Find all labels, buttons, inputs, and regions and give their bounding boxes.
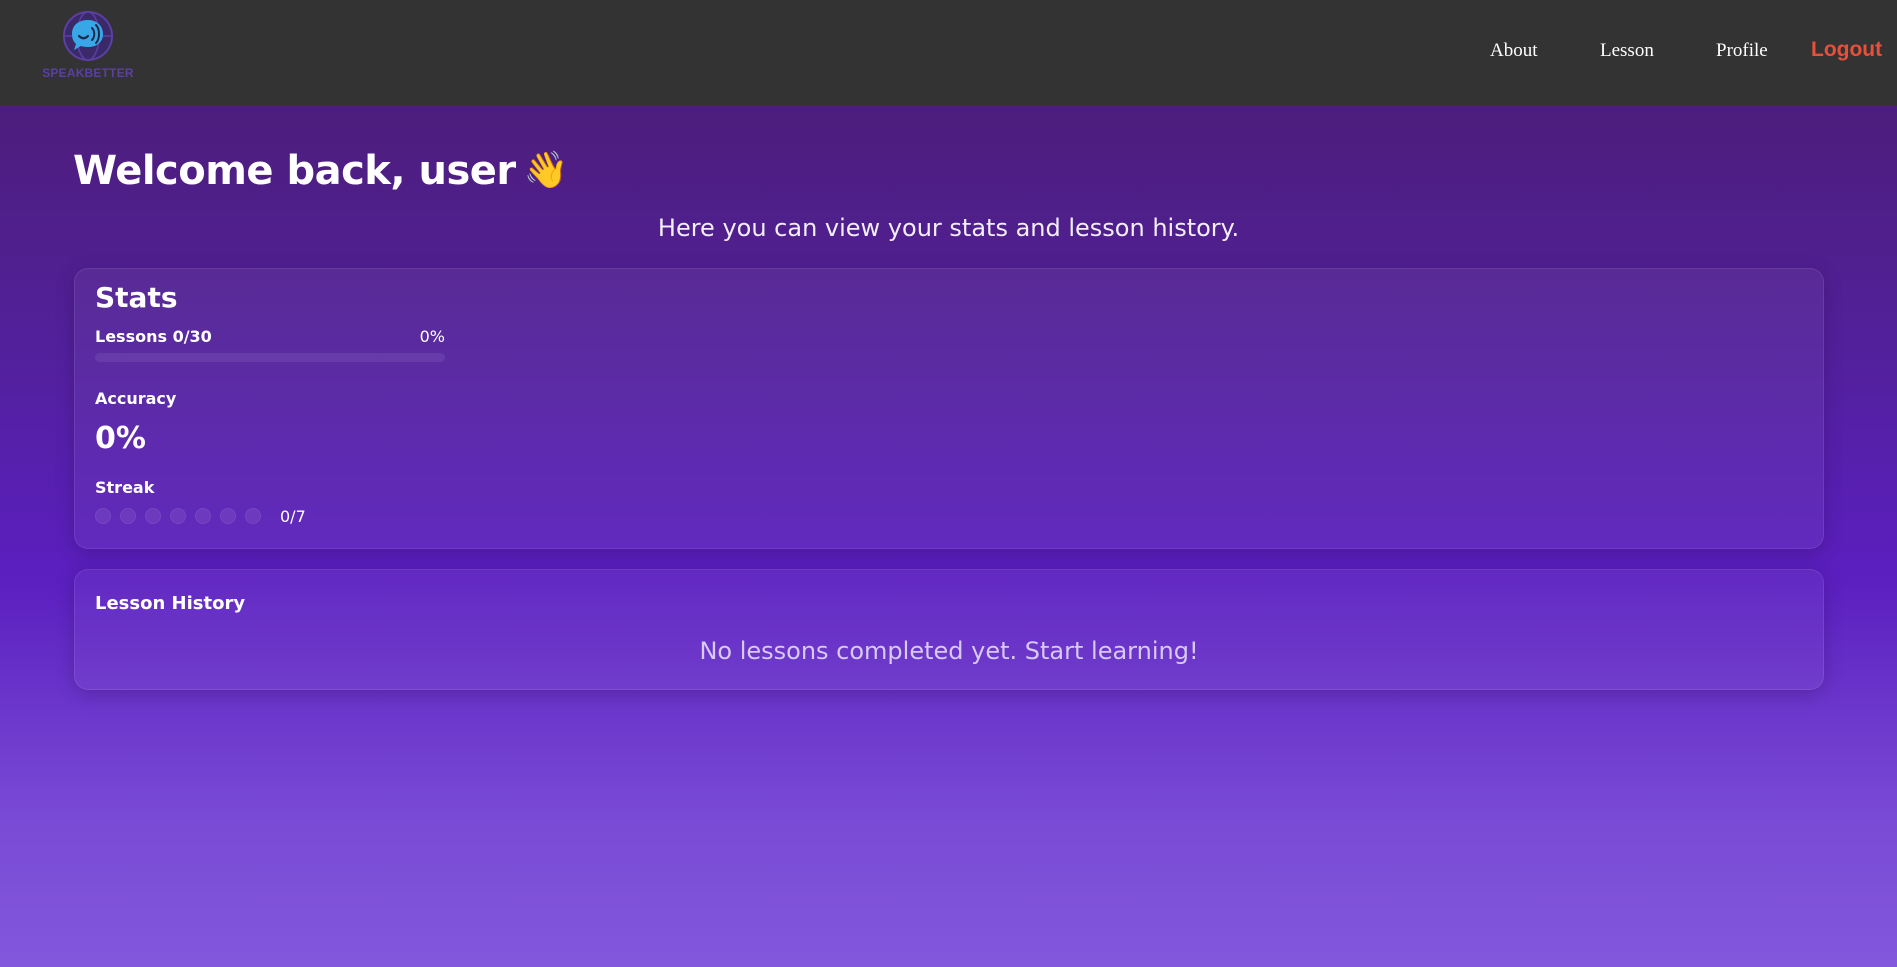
waving-hand-icon: 👋 [523,150,569,191]
nav-link-about[interactable]: About [1490,40,1538,66]
streak-day-dot [170,508,186,524]
lessons-progress-bar [95,353,445,362]
speakbetter-logo[interactable]: SPEAKBETTER [42,8,134,84]
streak-day-dot [120,508,136,524]
streak-day-dot [245,508,261,524]
lesson-history-card: Lesson History No lessons completed yet.… [74,569,1824,690]
top-navigation-bar: SPEAKBETTER About Lesson Profile Logout [0,0,1897,105]
lessons-progress-percent: 0% [419,327,445,346]
streak-day-dot [95,508,111,524]
stats-title: Stats [95,281,178,314]
lessons-progress-label: Lessons 0/30 [95,327,212,346]
streak-label: Streak [95,478,155,497]
streak-day-dot [145,508,161,524]
chat-bubble-speaker-globe-icon [63,11,113,61]
page-title: Welcome back, user 👋 [73,148,569,194]
lesson-history-title: Lesson History [95,593,246,614]
accuracy-label: Accuracy [95,389,177,408]
nav-link-profile[interactable]: Profile [1716,40,1768,66]
streak-count: 0/7 [280,507,306,526]
welcome-text: Welcome back, user [73,148,516,194]
accuracy-value: 0% [95,421,146,456]
logout-button[interactable]: Logout [1811,38,1882,64]
lesson-history-empty-message: No lessons completed yet. Start learning… [699,637,1199,665]
streak-day-dot [195,508,211,524]
page-subtitle: Here you can view your stats and lesson … [657,214,1240,242]
stats-card: Stats Lessons 0/30 0% Accuracy 0% Streak… [74,268,1824,549]
streak-day-dot [220,508,236,524]
nav-link-lesson[interactable]: Lesson [1600,40,1654,66]
logo-text: SPEAKBETTER [42,66,134,80]
